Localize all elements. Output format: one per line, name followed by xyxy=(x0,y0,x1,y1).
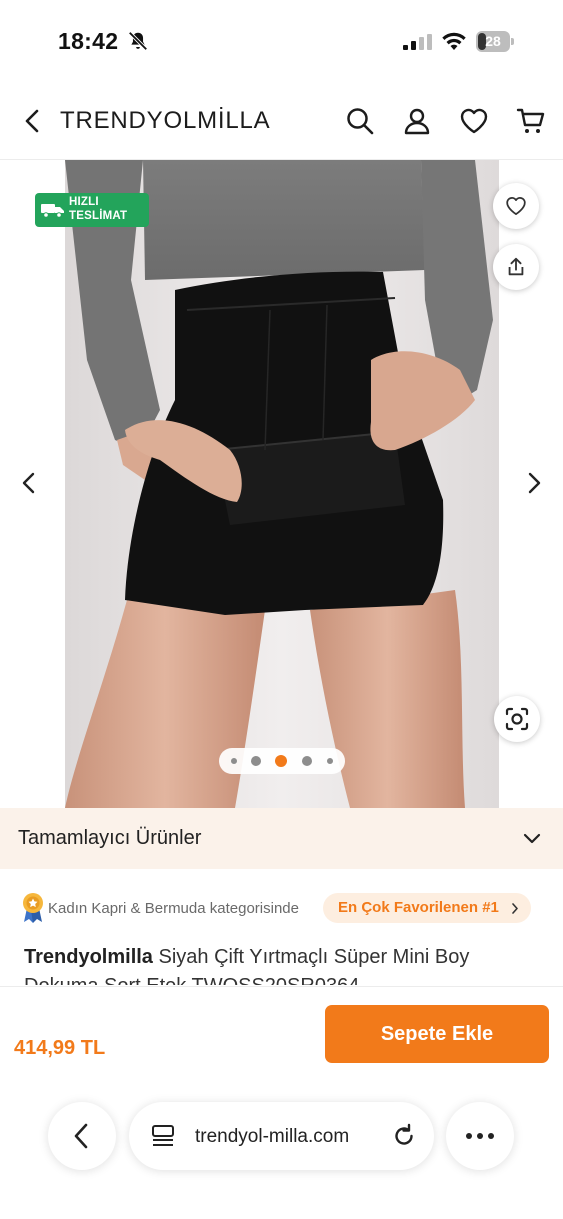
pagination-dot[interactable] xyxy=(302,756,312,766)
rank-badge[interactable]: En Çok Favorilenen #1 xyxy=(323,893,531,923)
browser-more-button[interactable] xyxy=(446,1102,514,1170)
browser-toolbar: trendyol-milla.com xyxy=(0,1082,563,1219)
share-icon xyxy=(508,257,524,276)
heart-icon xyxy=(506,197,526,215)
previous-image-arrow-icon[interactable] xyxy=(16,470,42,496)
battery-indicator: 28 xyxy=(476,31,516,52)
pagination-dot[interactable] xyxy=(231,758,237,764)
heart-icon[interactable] xyxy=(459,106,489,136)
product-image[interactable] xyxy=(65,160,499,808)
chevron-down-icon xyxy=(523,833,541,844)
product-gallery: HIZLI TESLİMAT xyxy=(0,160,563,808)
more-dots-icon xyxy=(466,1133,494,1139)
cart-icon[interactable] xyxy=(516,106,546,136)
rank-badge-label: En Çok Favorilenen #1 xyxy=(338,899,499,916)
badge-line2: TESLİMAT xyxy=(69,209,128,222)
pagination-dot-active[interactable] xyxy=(275,755,287,767)
image-pagination xyxy=(219,748,345,774)
user-icon[interactable] xyxy=(402,106,432,136)
add-to-cart-bar: 414,99 TL Sepete Ekle xyxy=(0,986,563,1082)
browser-back-button[interactable] xyxy=(48,1102,116,1170)
share-button[interactable] xyxy=(493,244,539,290)
fast-delivery-badge: HIZLI TESLİMAT xyxy=(35,193,149,227)
url-text: trendyol-milla.com xyxy=(195,1126,350,1147)
complementary-products-label: Tamamlayıcı Ürünler xyxy=(18,827,202,849)
complementary-products-toggle[interactable]: Tamamlayıcı Ürünler xyxy=(0,808,563,869)
camera-scan-icon xyxy=(505,707,529,731)
search-icon[interactable] xyxy=(345,106,375,136)
back-arrow-icon[interactable] xyxy=(18,106,48,136)
address-bar[interactable]: trendyol-milla.com xyxy=(129,1102,434,1170)
bell-muted-icon xyxy=(128,31,148,51)
next-image-arrow-icon[interactable] xyxy=(521,470,547,496)
product-price: 414,99 TL xyxy=(14,1037,106,1059)
pagination-dot[interactable] xyxy=(251,756,261,766)
app-header: TRENDYOLMİLLA xyxy=(0,80,563,160)
medal-icon xyxy=(23,893,43,923)
category-text: Kadın Kapri & Bermuda kategorisinde xyxy=(48,900,299,917)
battery-percentage: 28 xyxy=(485,33,501,49)
badge-line1: HIZLI xyxy=(69,196,99,208)
category-ranking: Kadın Kapri & Bermuda kategorisinde En Ç… xyxy=(22,891,542,925)
add-to-cart-button[interactable]: Sepete Ekle xyxy=(325,1005,549,1063)
product-brand[interactable]: Trendyolmilla xyxy=(24,946,153,968)
product-title: Trendyolmilla Siyah Çift Yırtmaçlı Süper… xyxy=(24,943,544,985)
back-arrow-icon xyxy=(74,1123,88,1149)
reload-icon[interactable] xyxy=(391,1123,417,1149)
visual-search-button[interactable] xyxy=(494,696,540,742)
cellular-signal-icon xyxy=(403,34,432,50)
truck-icon xyxy=(41,204,64,218)
favorite-button[interactable] xyxy=(493,183,539,229)
brand-title[interactable]: TRENDYOLMİLLA xyxy=(60,107,270,135)
status-bar: 18:42 28 xyxy=(0,0,563,80)
chevron-right-icon xyxy=(512,903,518,914)
pagination-dot[interactable] xyxy=(327,758,333,764)
page-menu-icon[interactable] xyxy=(151,1124,177,1148)
wifi-icon xyxy=(442,32,466,50)
clock: 18:42 xyxy=(58,28,119,54)
